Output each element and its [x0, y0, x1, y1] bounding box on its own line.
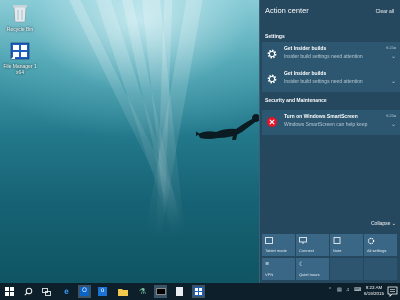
clock-date: 6/19/2015: [363, 291, 384, 296]
quick-action-label: Connect: [299, 248, 314, 253]
quick-action-tablet-mode[interactable]: Tablet mode: [262, 234, 295, 256]
notification-body: Windows SmartScreen can help keep: [284, 122, 368, 128]
windows-logo-icon: [5, 287, 14, 296]
folder-icon: [117, 288, 128, 296]
chevron-down-icon[interactable]: ⌄: [391, 53, 396, 60]
notification-body: Insider build settings need attention: [284, 79, 363, 85]
notification-item[interactable]: Turn on Windows SmartScreen Windows Smar…: [262, 110, 400, 135]
file-explorer-button[interactable]: [116, 285, 129, 298]
keyboard-icon[interactable]: ⌨: [354, 287, 361, 293]
notification-title: Get Insider builds: [284, 71, 327, 77]
notification-time: 9:23a: [385, 45, 396, 50]
app-button[interactable]: ⚗: [136, 285, 149, 298]
notification-time: 9:23a: [385, 113, 396, 118]
action-center-icon[interactable]: [387, 286, 398, 297]
action-center-title: Action center: [265, 6, 309, 15]
terminal-app-button[interactable]: [154, 285, 167, 298]
quick-action-label: Tablet mode: [265, 248, 287, 253]
notification-item[interactable]: Get Insider builds Insider build setting…: [262, 67, 400, 92]
chevron-down-icon: ⌄: [391, 221, 396, 227]
note-icon: [333, 237, 341, 244]
notification-item[interactable]: Get Insider builds Insider build setting…: [262, 42, 400, 67]
notification-title: Get Insider builds: [284, 46, 327, 52]
quick-action-all-settings[interactable]: All settings: [364, 234, 397, 256]
volume-icon[interactable]: ♫: [346, 287, 350, 293]
swimmer-image: [196, 114, 260, 140]
task-view-button[interactable]: [40, 285, 53, 298]
gear-icon: [267, 49, 277, 59]
file-manager-icon: [10, 42, 30, 60]
quick-action-label: Quiet hours: [299, 272, 320, 277]
vpn-icon: ≋: [265, 261, 270, 267]
app-icon: ⚗: [138, 287, 147, 296]
notification-title: Turn on Windows SmartScreen: [284, 114, 358, 120]
tablet-icon: [265, 237, 273, 244]
recycle-bin-desktop-icon[interactable]: Recycle Bin: [3, 3, 37, 33]
document-icon: [176, 287, 183, 296]
chevron-down-icon[interactable]: ⌄: [391, 78, 396, 85]
mail-icon: o: [98, 287, 107, 296]
action-center-panel: Action center Clear all Settings Get Ins…: [259, 0, 400, 283]
file-manager-desktop-icon[interactable]: File Manager 1 x64: [3, 42, 37, 76]
settings-icon: [367, 237, 375, 245]
search-button[interactable]: [22, 285, 35, 298]
recycle-bin-label: Recycle Bin: [6, 27, 34, 33]
connect-icon: [299, 237, 307, 244]
clear-all-link[interactable]: Clear all: [376, 9, 394, 15]
network-icon[interactable]: ▤: [337, 287, 342, 293]
quick-action-label: All settings: [367, 248, 387, 253]
section-title-security: Security and Maintenance: [265, 98, 327, 104]
search-icon: [24, 287, 33, 296]
quick-action-label: VPN: [265, 272, 274, 277]
gear-icon: [267, 74, 277, 84]
document-app-button[interactable]: [173, 285, 186, 298]
taskbar: e O o ⚗ ⌃ ▤ ♫ ⌨ 9:23 AM 6/19/2015: [0, 283, 400, 300]
file-manager-icon: [194, 287, 203, 296]
section-title-settings: Settings: [265, 34, 285, 40]
quick-action-note[interactable]: Note: [330, 234, 363, 256]
edge-browser-icon[interactable]: e: [60, 285, 73, 298]
recycle-bin-icon: [13, 5, 27, 23]
outlook-icon: O: [80, 287, 89, 296]
collapse-label: Collapse: [370, 221, 391, 227]
notification-body: Insider build settings need attention: [284, 54, 363, 60]
show-hidden-icons-button[interactable]: ⌃: [328, 287, 332, 293]
collapse-button[interactable]: Collapse ⌄: [371, 221, 396, 227]
quick-action-label: Note: [333, 248, 342, 253]
file-manager-label: File Manager 1 x64: [3, 64, 37, 76]
quick-action-empty: [330, 258, 363, 280]
moon-icon: ☾: [299, 262, 305, 268]
terminal-icon: [155, 288, 166, 295]
outlook-app-button[interactable]: O: [78, 285, 91, 298]
task-view-icon: [42, 287, 51, 296]
chevron-down-icon[interactable]: ⌄: [391, 121, 396, 128]
start-button[interactable]: [3, 285, 16, 298]
quick-action-connect[interactable]: Connect: [296, 234, 329, 256]
quick-action-empty: [364, 258, 397, 280]
error-icon: [267, 117, 277, 127]
quick-action-quiet-hours[interactable]: ☾ Quiet hours: [296, 258, 329, 280]
clock[interactable]: 9:23 AM 6/19/2015: [364, 285, 384, 297]
file-manager-taskbar-button[interactable]: [192, 285, 205, 298]
quick-action-vpn[interactable]: ≋ VPN: [262, 258, 295, 280]
mail-app-button[interactable]: o: [96, 285, 109, 298]
